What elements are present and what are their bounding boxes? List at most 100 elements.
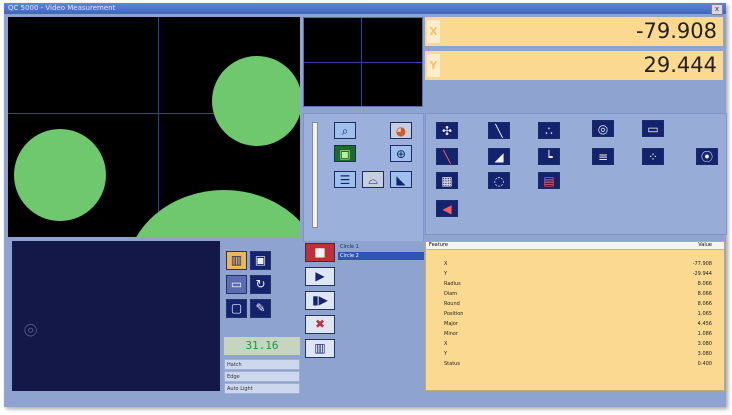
results-row-value: -29.944 — [692, 271, 712, 277]
results-row-value: 1.065 — [697, 311, 712, 317]
wrench-icon: ✎ — [255, 301, 266, 315]
slot-button[interactable]: ▭ — [642, 120, 664, 137]
print-button[interactable]: ▭ — [226, 275, 247, 294]
results-row[interactable]: Diam 8.066 — [426, 290, 724, 298]
rotate-icon: ↻ — [255, 277, 266, 291]
monitor-button[interactable]: ▢ — [226, 299, 247, 318]
overview-crosshair-horizontal — [304, 62, 422, 63]
layout-button[interactable]: ▥ — [226, 251, 247, 270]
parallel-icon: ≡ — [597, 150, 609, 164]
status-field-3: Auto Light — [224, 383, 300, 394]
circle-feature-bottom[interactable] — [126, 190, 300, 237]
measure-panel: ✣ ╲ ∴ ◎ ▭ ╲ ◢ ┕ ≡ ⁘ ⦿ ▦ ◌ ▤ ◀ — [425, 113, 727, 235]
circle-feature-top-right[interactable] — [212, 56, 300, 146]
results-row[interactable]: Minor 1.086 — [426, 330, 724, 338]
report-button[interactable]: ▤ — [538, 172, 560, 189]
results-row[interactable]: X 3.080 — [426, 340, 724, 348]
monitor-icon: ▢ — [230, 301, 243, 315]
probe-button[interactable]: ◣ — [390, 171, 412, 188]
clear-button[interactable]: ▥ — [305, 339, 335, 358]
dro-y-axis-button[interactable]: Y — [427, 54, 440, 77]
axes-button[interactable]: ┕ — [538, 148, 560, 165]
feature-list-item[interactable]: Circle 1 — [338, 243, 424, 251]
bolt-circle-icon: ◌ — [493, 174, 505, 188]
rotate-button[interactable]: ↻ — [250, 275, 271, 294]
color-wheel-button[interactable]: ◕ — [390, 122, 412, 139]
results-row-value: 0.400 — [697, 361, 712, 367]
results-row-name: X — [444, 341, 448, 347]
list-button[interactable]: ☰ — [334, 171, 356, 188]
circle-icon: ◎ — [597, 122, 609, 136]
status-bar — [4, 395, 726, 407]
pattern-icon: ⁘ — [647, 150, 659, 164]
color-wheel-icon: ◕ — [395, 124, 407, 138]
measurement-readout: 31.16 — [224, 337, 300, 355]
results-row[interactable]: Radius 8.066 — [426, 280, 724, 288]
results-row-name: Diam — [444, 291, 458, 297]
record-icon: ■ — [314, 245, 326, 259]
window-title: QC 5000 - Video Measurement — [8, 4, 116, 12]
dro-x-axis-button[interactable]: X — [427, 20, 440, 43]
dro-y-value: 29.444 — [643, 53, 717, 77]
main-window: QC 5000 - Video Measurement x X -79.908 … — [4, 3, 727, 407]
step-button[interactable]: ▮▶ — [305, 291, 335, 310]
video-view[interactable] — [8, 17, 300, 237]
construct-icon: ◀ — [442, 202, 452, 216]
crosshair-icon: ⊕ — [395, 147, 407, 161]
dro-x-row: X -79.908 — [425, 17, 723, 46]
parallel-button[interactable]: ≡ — [592, 148, 614, 165]
list-icon: ☰ — [339, 173, 351, 187]
angle-button[interactable]: ◢ — [488, 148, 510, 165]
step-icon: ▮▶ — [312, 293, 328, 307]
circle-feature-left[interactable] — [14, 129, 106, 221]
setup-button[interactable]: ✎ — [250, 299, 271, 318]
results-row[interactable]: Position 1.065 — [426, 310, 724, 318]
overview-view[interactable] — [303, 17, 423, 107]
results-row-value: 8.066 — [697, 281, 712, 287]
results-row[interactable]: X -77.908 — [426, 260, 724, 268]
pattern-button[interactable]: ⁘ — [642, 148, 664, 165]
results-row-name: Y — [444, 351, 448, 357]
edge-icon: ⌓ — [368, 173, 378, 187]
save-button[interactable]: ▣ — [250, 251, 271, 270]
results-row-value: 4.456 — [697, 321, 712, 327]
results-row-value: 3.080 — [697, 351, 712, 357]
dro-x-value: -79.908 — [635, 19, 717, 43]
results-row[interactable]: Round 8.066 — [426, 300, 724, 308]
grid-button[interactable]: ▦ — [436, 172, 458, 189]
lighting-icon: ▣ — [339, 147, 351, 161]
bolt-circle-button[interactable]: ◌ — [488, 172, 510, 189]
circle-target-button[interactable]: ⦿ — [696, 148, 718, 165]
axes-icon: ┕ — [545, 150, 553, 164]
light-slider[interactable] — [312, 122, 318, 228]
play-button[interactable]: ▶ — [305, 267, 335, 286]
edge-button[interactable]: ⌓ — [362, 171, 384, 188]
results-row-name: Minor — [444, 331, 458, 337]
results-row-name: X — [444, 261, 448, 267]
results-row-name: Position — [444, 311, 464, 317]
zoom-button[interactable]: ⌕ — [334, 122, 356, 139]
delete-button[interactable]: ✖ — [305, 315, 335, 334]
record-button[interactable]: ■ — [305, 243, 335, 262]
results-panel: Feature Value X -77.908 Y -29.944 Radius 8.06… — [425, 241, 725, 391]
results-row[interactable]: Status 0.400 — [426, 360, 724, 368]
results-row[interactable]: Major 4.456 — [426, 320, 724, 328]
results-row[interactable]: Y 3.080 — [426, 350, 724, 358]
construct-button[interactable]: ◀ — [436, 200, 458, 217]
dro-y-row: Y 29.444 — [425, 51, 723, 80]
points-button[interactable]: ∴ — [538, 122, 560, 139]
results-row-name: Major — [444, 321, 458, 327]
light-button[interactable]: ▣ — [334, 145, 356, 162]
point-button[interactable]: ✣ — [436, 122, 458, 139]
overview-crosshair-vertical — [361, 18, 362, 106]
crosshair-button[interactable]: ⊕ — [390, 145, 412, 162]
line-button[interactable]: ╲ — [488, 122, 510, 139]
distance-button[interactable]: ╲ — [436, 148, 458, 165]
circle-button[interactable]: ◎ — [592, 120, 614, 137]
results-row[interactable]: Y -29.944 — [426, 270, 724, 278]
close-button[interactable]: x — [711, 4, 723, 15]
delete-icon: ✖ — [314, 317, 326, 331]
camera-view[interactable]: ⌾ — [12, 241, 220, 391]
play-icon: ▶ — [315, 269, 325, 283]
feature-list-item-selected[interactable]: Circle 2 — [338, 252, 424, 260]
